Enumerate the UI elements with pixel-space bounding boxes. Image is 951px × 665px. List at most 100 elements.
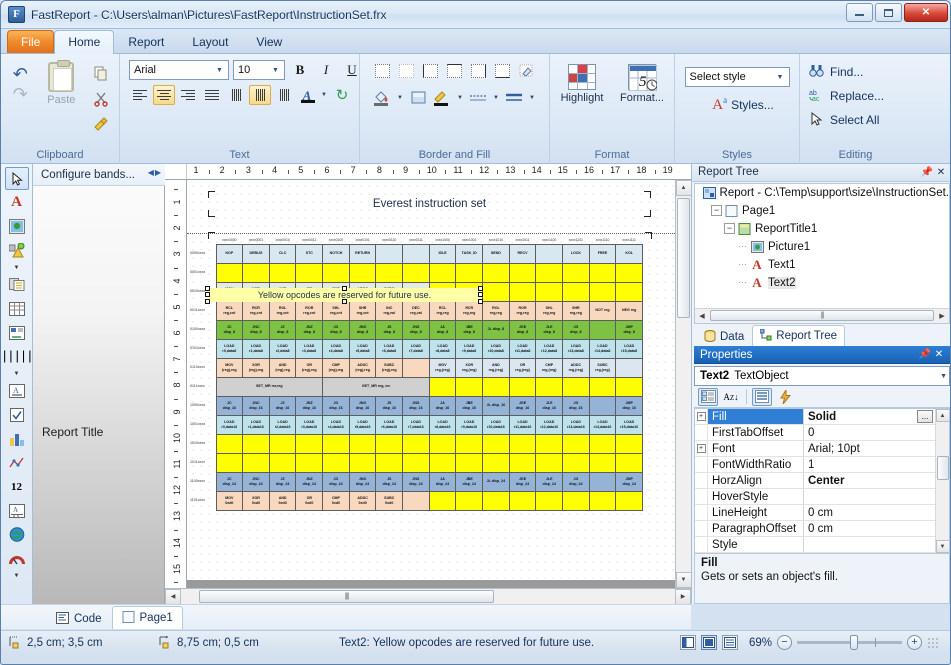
resize-grip[interactable] <box>927 637 939 649</box>
tab-layout[interactable]: Layout <box>178 30 242 53</box>
tab-page1[interactable]: Page1 <box>112 606 183 629</box>
zoom-in-button[interactable]: + <box>907 635 922 650</box>
align-right-button[interactable] <box>177 85 199 105</box>
cut-icon[interactable] <box>88 87 114 111</box>
band-body[interactable]: Report Title <box>33 186 165 604</box>
canvas-vertical-scrollbar[interactable]: ▲ ▼ <box>675 180 691 588</box>
font-color-button[interactable]: A <box>297 85 317 105</box>
resize-handle-tr[interactable] <box>478 286 483 291</box>
border-left-icon[interactable] <box>419 60 441 81</box>
hscroll-track[interactable]: |||| <box>181 589 675 605</box>
property-expander[interactable]: + <box>695 409 708 424</box>
pin-icon[interactable]: 📌 <box>918 348 932 362</box>
align-center-button[interactable] <box>153 85 175 105</box>
picture-tool[interactable] <box>5 215 29 238</box>
scroll-left-icon[interactable]: ◀ <box>165 589 181 605</box>
barcode-more-arrow-icon[interactable]: ▼ <box>5 369 29 378</box>
property-row[interactable]: LineHeight0 cm <box>695 505 935 521</box>
select-all-button[interactable]: Select All <box>805 108 879 132</box>
pin-icon[interactable]: 📌 <box>920 165 934 179</box>
border-none-icon[interactable] <box>395 60 417 81</box>
properties-button[interactable] <box>752 388 772 406</box>
view-page-icon[interactable] <box>680 635 696 650</box>
cellulartext-tool[interactable]: A <box>5 499 29 522</box>
tree-node[interactable]: ⋯Picture1 <box>695 238 949 256</box>
italic-button[interactable]: I <box>315 60 337 80</box>
minimize-button[interactable] <box>846 3 873 22</box>
resize-handle-mr[interactable] <box>478 292 483 297</box>
align-left-button[interactable] <box>129 85 151 105</box>
text1-object[interactable]: Everest instruction set <box>211 194 648 214</box>
properties-scrollbar[interactable]: ▲ ▼ <box>935 409 949 553</box>
styles-button[interactable]: Aa Styles... <box>700 95 774 114</box>
line-color-icon[interactable] <box>431 87 453 108</box>
property-value[interactable]: Center <box>804 473 935 488</box>
alphabetical-button[interactable]: AZ↓ <box>721 388 741 406</box>
valign-bottom-button[interactable] <box>273 85 295 105</box>
property-row[interactable]: +FillSolid... <box>695 409 935 425</box>
line-color-dropdown[interactable]: ▼ <box>455 88 465 108</box>
resize-handle-bl[interactable] <box>205 299 210 304</box>
property-ellipsis-button[interactable]: ... <box>917 410 933 423</box>
property-value[interactable] <box>804 537 935 552</box>
resize-handle-tc[interactable] <box>342 286 347 291</box>
tree-scroll-thumb[interactable]: ||| <box>710 310 934 321</box>
shape-tool[interactable] <box>5 239 29 262</box>
find-button[interactable]: Find... <box>805 60 863 84</box>
property-row[interactable]: +FontArial; 10pt <box>695 441 935 457</box>
line-width-dropdown[interactable]: ▼ <box>527 88 537 108</box>
valign-center-button[interactable] <box>249 85 271 105</box>
close-icon[interactable]: ✕ <box>934 165 948 179</box>
table-tool[interactable] <box>5 297 29 320</box>
property-expander[interactable]: + <box>695 441 708 456</box>
zoom-slider-thumb[interactable] <box>850 635 858 650</box>
tree-node[interactable]: ⋯AText1 <box>695 256 949 274</box>
chevron-down-icon[interactable]: ▼ <box>940 373 947 380</box>
highlight-button[interactable]: Highlight <box>555 64 609 104</box>
report-title-band[interactable]: Everest instruction set <box>187 182 675 234</box>
props-scroll-up-icon[interactable]: ▲ <box>936 409 950 422</box>
digits-tool[interactable]: 12 <box>5 475 29 498</box>
tab-view[interactable]: View <box>242 30 296 53</box>
rtl-button[interactable]: ↻ <box>331 85 353 105</box>
font-size-combo[interactable]: 10 ▼ <box>233 60 285 80</box>
close-button[interactable]: ✕ <box>904 3 948 22</box>
report-tree-view[interactable]: Report - C:\Temp\support\size\Instructio… <box>694 183 950 324</box>
property-row[interactable]: FontWidthRatio1 <box>695 457 935 473</box>
align-justify-button[interactable] <box>201 85 223 105</box>
property-value[interactable]: 0 cm <box>804 521 935 536</box>
undo-icon[interactable]: ↶ <box>13 66 28 84</box>
band-pager[interactable]: ◀▶ <box>148 168 161 177</box>
tab-report-tree[interactable]: Report Tree <box>752 325 845 346</box>
font-color-dropdown[interactable]: ▼ <box>319 85 329 105</box>
tree-expander[interactable]: − <box>711 205 722 216</box>
sparkline-tool[interactable] <box>5 451 29 474</box>
fill-color-icon[interactable] <box>371 87 393 108</box>
shape-more-arrow-icon[interactable]: ▼ <box>5 263 29 272</box>
border-right-icon[interactable] <box>467 60 489 81</box>
events-button[interactable] <box>775 388 795 406</box>
property-value[interactable]: Solid <box>804 409 917 424</box>
richtext-tool[interactable]: A <box>5 379 29 402</box>
fill-color-dropdown[interactable]: ▼ <box>395 88 405 108</box>
property-row[interactable]: HorzAlignCenter <box>695 473 935 489</box>
canvas-horizontal-scrollbar[interactable]: ◀ |||| ▶ <box>165 588 691 604</box>
bold-button[interactable]: B <box>289 60 311 80</box>
configure-bands-header[interactable]: Configure bands... ◀▶ <box>33 164 165 186</box>
property-row[interactable]: ParagraphOffset0 cm <box>695 521 935 537</box>
report-page[interactable]: Everest instruction set xxxx0000xxxx0001… <box>187 180 675 580</box>
resize-handle-br[interactable] <box>478 299 483 304</box>
border-custom-icon[interactable] <box>515 60 537 81</box>
property-row[interactable]: HoverStyle <box>695 489 935 505</box>
gauge-more-arrow-icon[interactable]: ▼ <box>5 571 29 580</box>
format-button[interactable]: 5 Format... <box>615 64 669 104</box>
line-width-icon[interactable] <box>503 87 525 108</box>
tree-node[interactable]: −Page1 <box>695 202 949 220</box>
categorized-button[interactable] <box>698 388 718 406</box>
property-value[interactable]: Arial; 10pt <box>804 441 935 456</box>
scroll-right-icon[interactable]: ▶ <box>675 589 691 605</box>
tree-expander[interactable]: − <box>724 223 735 234</box>
property-row[interactable]: FirstTabOffset0 <box>695 425 935 441</box>
copy-icon[interactable] <box>88 62 114 86</box>
border-top-icon[interactable] <box>443 60 465 81</box>
